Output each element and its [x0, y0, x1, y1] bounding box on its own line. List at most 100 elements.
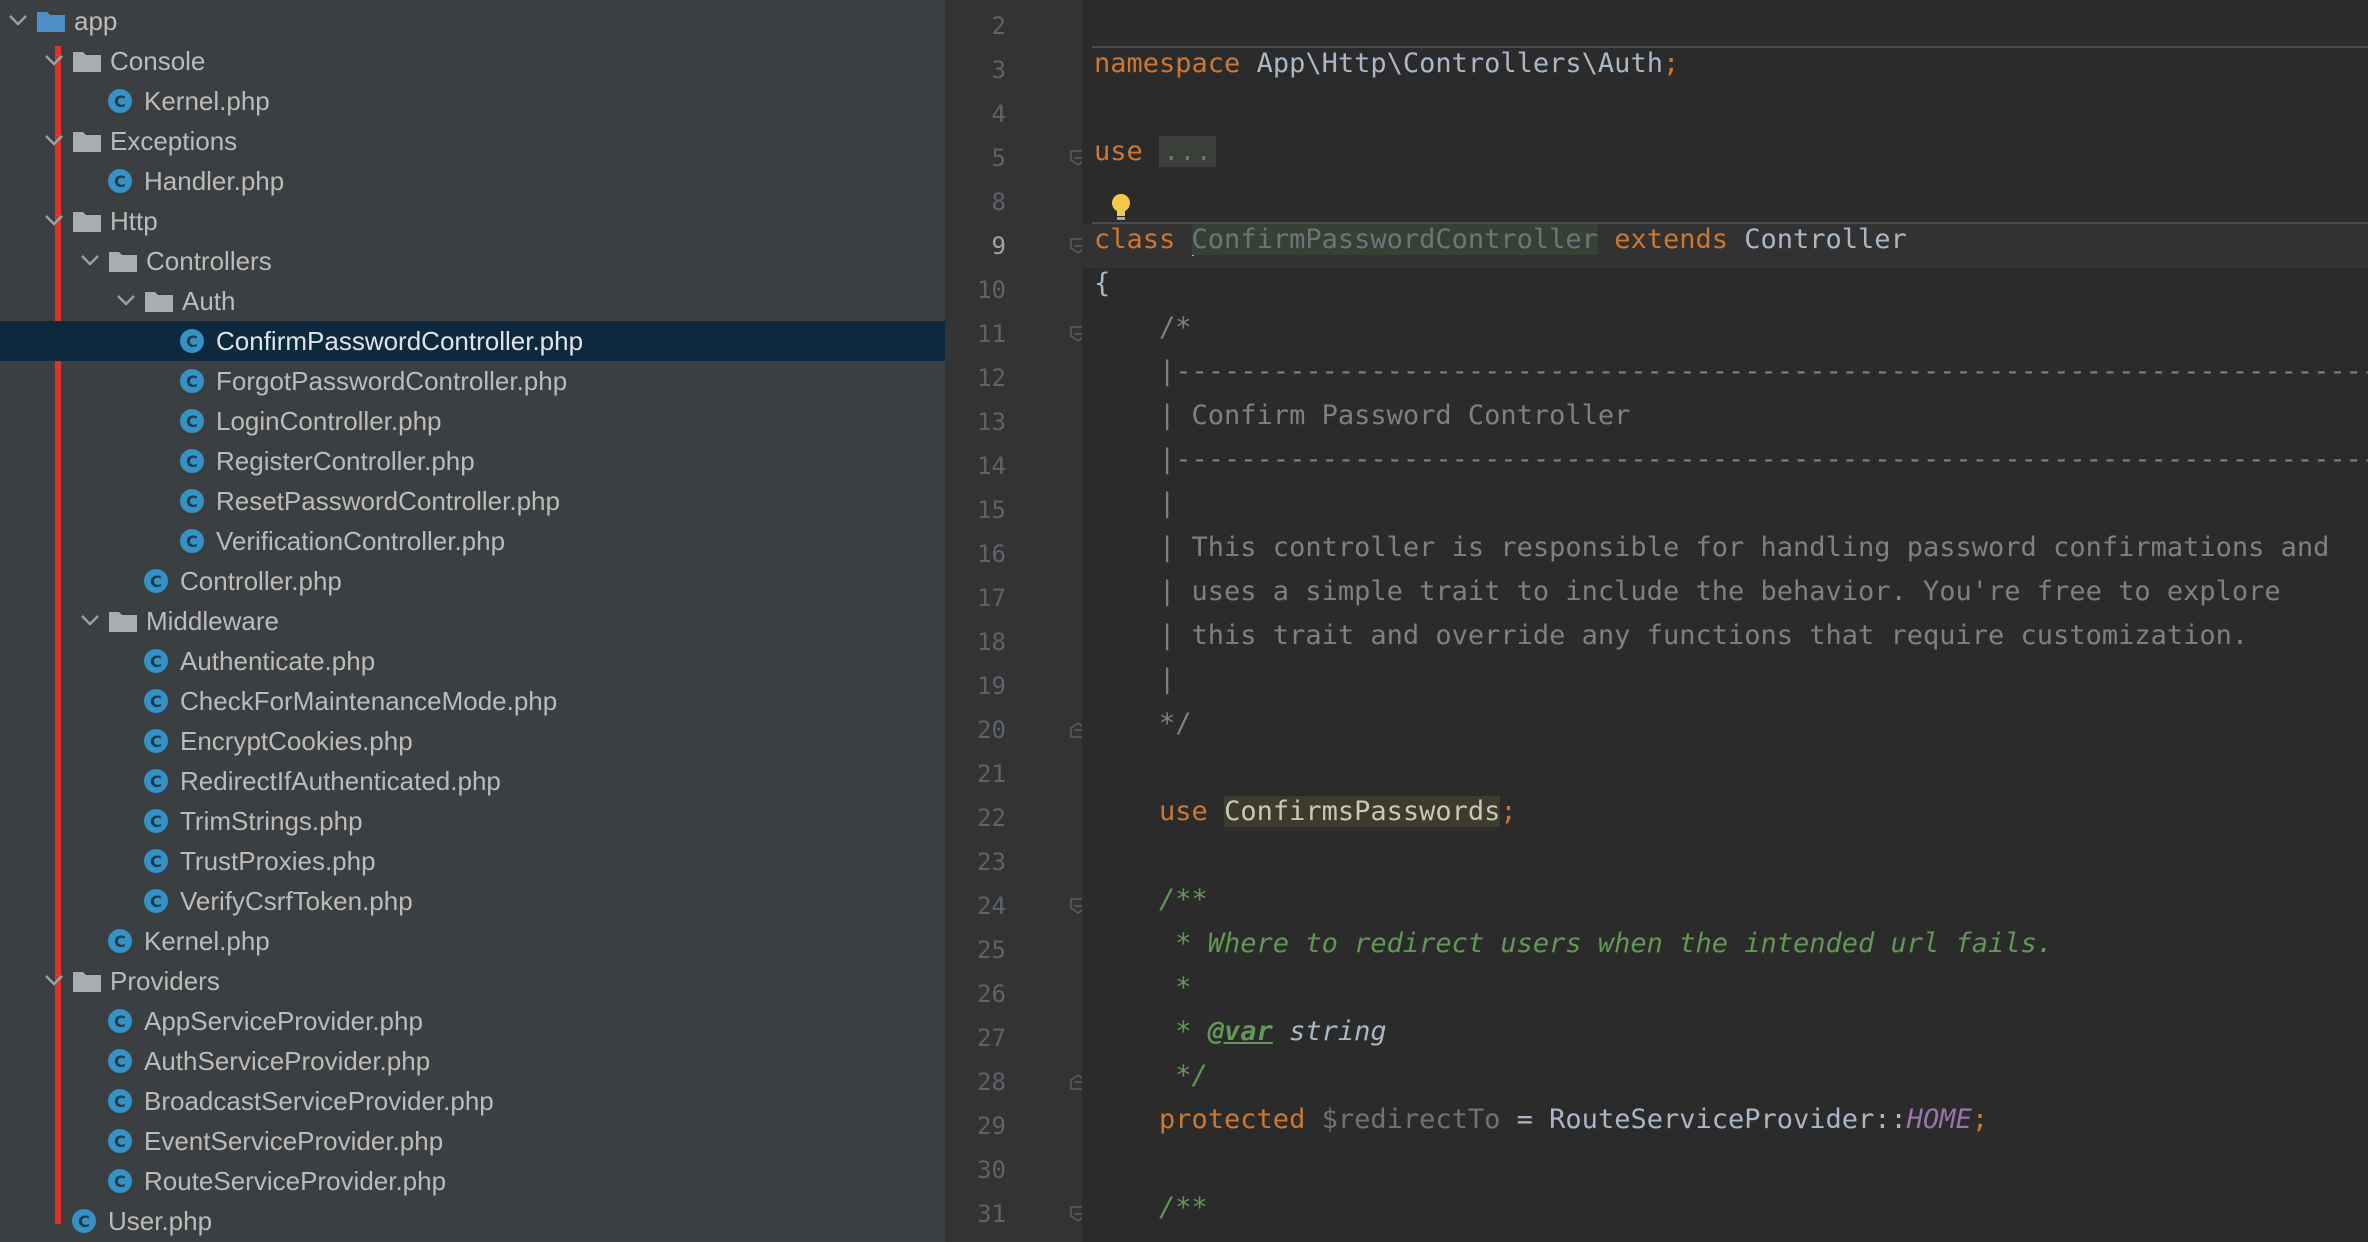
lightbulb-icon[interactable]	[1108, 192, 1134, 222]
tree-file-row[interactable]: C Kernel.php	[0, 81, 945, 121]
tree-item-label: Controllers	[146, 245, 272, 276]
code-line[interactable]: * @var string	[1094, 1016, 1386, 1060]
tree-folder-row[interactable]: Controllers	[0, 241, 945, 281]
chevron-down-icon[interactable]	[72, 603, 108, 639]
tree-file-row[interactable]: C TrustProxies.php	[0, 841, 945, 881]
tree-file-row[interactable]: C ResetPasswordController.php	[0, 481, 945, 521]
tree-folder-row[interactable]: Auth	[0, 281, 945, 321]
code-token: | This controller is responsible for han…	[1094, 532, 2330, 563]
code-token: |---------------------------------------…	[1094, 356, 2368, 387]
tree-file-row[interactable]: C EventServiceProvider.php	[0, 1121, 945, 1161]
code-line[interactable]: /*	[1094, 312, 1192, 356]
code-line[interactable]: use ...	[1094, 136, 1216, 180]
code-token: |	[1094, 488, 1176, 519]
tree-item-label: TrustProxies.php	[180, 845, 376, 876]
tree-file-row[interactable]: C Authenticate.php	[0, 641, 945, 681]
code-line[interactable]: */	[1094, 708, 1192, 752]
chevron-down-icon[interactable]	[108, 283, 144, 319]
tree-folder-row[interactable]: Middleware	[0, 601, 945, 641]
line-number: 31	[977, 1200, 1006, 1228]
code-line[interactable]: {	[1094, 268, 1110, 312]
tree-folder-row[interactable]: Console	[0, 41, 945, 81]
php-class-icon: C	[108, 89, 132, 113]
tree-file-row[interactable]: C ConfirmPasswordController.php	[0, 321, 945, 361]
tree-file-row[interactable]: C VerifyCsrfToken.php	[0, 881, 945, 921]
tree-item-label: Providers	[110, 965, 220, 996]
tree-folder-row[interactable]: Http	[0, 201, 945, 241]
php-class-icon: C	[144, 689, 168, 713]
code-token: /*	[1094, 312, 1192, 343]
code-line[interactable]: * Where to redirect users when the inten…	[1094, 928, 2053, 972]
tree-file-row[interactable]: C Controller.php	[0, 561, 945, 601]
chevron-down-icon[interactable]	[72, 243, 108, 279]
line-number: 21	[977, 760, 1006, 788]
tree-file-row[interactable]: C LoginController.php	[0, 401, 945, 441]
line-number: 3	[991, 56, 1006, 84]
tree-file-row[interactable]: C RegisterController.php	[0, 441, 945, 481]
php-class-icon: C	[180, 329, 204, 353]
code-line[interactable]: |	[1094, 488, 1175, 532]
chevron-down-icon[interactable]	[0, 3, 36, 39]
tree-item-label: AuthServiceProvider.php	[144, 1045, 431, 1076]
line-number: 28	[977, 1068, 1006, 1096]
code-line[interactable]: | this trait and override any functions …	[1094, 620, 2248, 664]
code-line[interactable]: | This controller is responsible for han…	[1094, 532, 2329, 576]
code-line[interactable]: |	[1094, 664, 1175, 708]
code-token: ConfirmsPasswords	[1224, 796, 1501, 827]
tree-folder-row[interactable]: app	[0, 1, 945, 41]
code-token: ConfirmPasswordController	[1191, 224, 1598, 255]
tree-file-row[interactable]: C RedirectIfAuthenticated.php	[0, 761, 945, 801]
line-number: 27	[977, 1024, 1006, 1052]
code-line[interactable]: */	[1094, 1060, 1208, 1104]
chevron-down-icon[interactable]	[36, 43, 72, 79]
code-line[interactable]: *	[1094, 972, 1191, 1016]
tree-item-label: Kernel.php	[144, 925, 270, 956]
tree-item-label: AppServiceProvider.php	[144, 1005, 423, 1036]
code-line[interactable]: protected $redirectTo = RouteServiceProv…	[1094, 1104, 1988, 1148]
chevron-down-icon[interactable]	[36, 123, 72, 159]
code-line[interactable]: namespace App\Http\Controllers\Auth;	[1094, 48, 1679, 92]
code-token: | this trait and override any functions …	[1094, 620, 2249, 651]
code-editor[interactable]: namespace App\Http\Controllers\Auth; use …	[1082, 0, 2368, 1242]
php-class-icon: C	[180, 529, 204, 553]
code-line[interactable]: /**	[1094, 884, 1208, 928]
php-class-icon: C	[180, 449, 204, 473]
code-token: *	[1094, 1016, 1208, 1047]
code-line[interactable]: |---------------------------------------…	[1094, 356, 2368, 400]
tree-item-label: Http	[110, 205, 158, 236]
tree-file-row[interactable]: C User.php	[0, 1201, 945, 1241]
chevron-down-icon[interactable]	[36, 203, 72, 239]
tree-file-row[interactable]: C RouteServiceProvider.php	[0, 1161, 945, 1201]
code-line[interactable]: class ConfirmPasswordController extends …	[1094, 224, 1907, 268]
line-number: 25	[977, 936, 1006, 964]
tree-file-row[interactable]: C ForgotPasswordController.php	[0, 361, 945, 401]
tree-folder-row[interactable]: Providers	[0, 961, 945, 1001]
code-line[interactable]: use ConfirmsPasswords;	[1094, 796, 1517, 840]
code-line[interactable]: /**	[1094, 1192, 1208, 1236]
chevron-down-icon[interactable]	[36, 963, 72, 999]
code-token: */	[1094, 708, 1192, 739]
tree-file-row[interactable]: C BroadcastServiceProvider.php	[0, 1081, 945, 1121]
tree-item-label: Authenticate.php	[180, 645, 376, 676]
line-number: 20	[977, 716, 1006, 744]
code-line[interactable]: |---------------------------------------…	[1094, 444, 2368, 488]
code-token: @var	[1207, 1016, 1273, 1047]
code-line[interactable]: | Confirm Password Controller	[1094, 400, 1630, 444]
tree-file-row[interactable]: C TrimStrings.php	[0, 801, 945, 841]
tree-item-label: app	[74, 5, 118, 36]
tree-file-row[interactable]: C VerificationController.php	[0, 521, 945, 561]
tree-file-row[interactable]: C AppServiceProvider.php	[0, 1001, 945, 1041]
tree-file-row[interactable]: C AuthServiceProvider.php	[0, 1041, 945, 1081]
tree-item-label: Auth	[182, 285, 236, 316]
code-token: |	[1094, 664, 1176, 695]
tree-folder-row[interactable]: Exceptions	[0, 121, 945, 161]
php-class-icon: C	[180, 489, 204, 513]
code-line[interactable]: | uses a simple trait to include the beh…	[1094, 576, 2281, 620]
tree-item-label: ForgotPasswordController.php	[216, 365, 568, 396]
tree-file-row[interactable]: C EncryptCookies.php	[0, 721, 945, 761]
tree-file-row[interactable]: C CheckForMaintenanceMode.php	[0, 681, 945, 721]
tree-file-row[interactable]: C Kernel.php	[0, 921, 945, 961]
tree-file-row[interactable]: C Handler.php	[0, 161, 945, 201]
